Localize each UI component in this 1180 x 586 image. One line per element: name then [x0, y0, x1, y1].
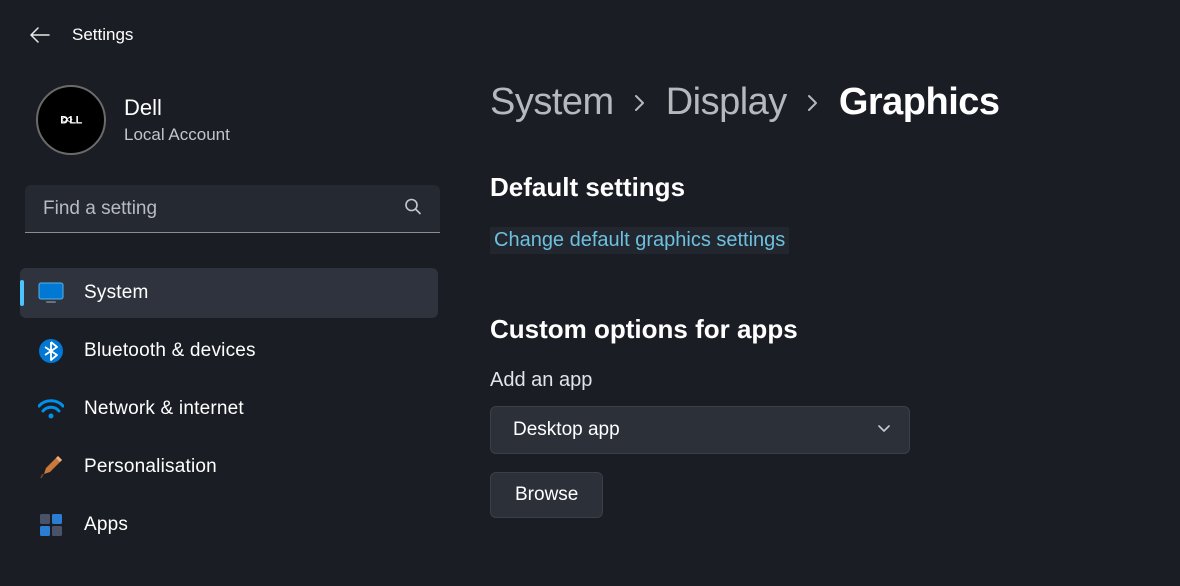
- sidebar-item-label: Bluetooth & devices: [84, 340, 256, 362]
- default-settings-title: Default settings: [490, 172, 1140, 203]
- breadcrumb: System Display Graphics: [490, 81, 1140, 124]
- sidebar-item-label: Apps: [84, 514, 128, 536]
- sidebar-item-bluetooth[interactable]: Bluetooth & devices: [20, 326, 438, 376]
- arrow-left-icon: [30, 27, 50, 43]
- breadcrumb-system[interactable]: System: [490, 81, 614, 124]
- back-button[interactable]: [30, 25, 50, 45]
- sidebar-item-apps[interactable]: Apps: [20, 500, 438, 550]
- sidebar-item-network[interactable]: Network & internet: [20, 384, 438, 434]
- sidebar-item-label: Personalisation: [84, 456, 217, 478]
- dell-logo-icon: D LL: [46, 110, 96, 130]
- user-sub: Local Account: [124, 125, 230, 145]
- search-box: [25, 185, 440, 233]
- browse-label: Browse: [515, 484, 578, 506]
- user-name: Dell: [124, 95, 230, 121]
- change-default-graphics-link[interactable]: Change default graphics settings: [490, 227, 789, 254]
- user-text: Dell Local Account: [124, 95, 230, 145]
- sidebar-item-system[interactable]: System: [20, 268, 438, 318]
- header-title: Settings: [72, 25, 133, 45]
- main-content: System Display Graphics Default settings…: [450, 65, 1180, 581]
- bluetooth-icon: [38, 338, 64, 364]
- sidebar-item-label: System: [84, 282, 149, 304]
- apps-icon: [38, 512, 64, 538]
- sidebar-item-personalisation[interactable]: Personalisation: [20, 442, 438, 492]
- chevron-right-icon: [807, 94, 819, 112]
- wifi-icon: [38, 396, 64, 422]
- search-input[interactable]: [25, 185, 440, 233]
- chevron-right-icon: [634, 94, 646, 112]
- user-block[interactable]: D LL Dell Local Account: [20, 75, 450, 185]
- display-icon: [38, 280, 64, 306]
- app-type-select[interactable]: Desktop app: [490, 406, 910, 454]
- paintbrush-icon: [38, 454, 64, 480]
- sidebar: D LL Dell Local Account: [0, 65, 450, 581]
- search-icon[interactable]: [404, 198, 422, 221]
- nav-list: System Bluetooth & devices: [20, 268, 450, 550]
- select-value: Desktop app: [513, 419, 620, 441]
- sidebar-item-label: Network & internet: [84, 398, 244, 420]
- breadcrumb-display[interactable]: Display: [666, 81, 787, 124]
- breadcrumb-graphics: Graphics: [839, 81, 1000, 124]
- browse-button[interactable]: Browse: [490, 472, 603, 518]
- header: Settings: [0, 0, 1180, 65]
- custom-options-title: Custom options for apps: [490, 314, 1140, 345]
- add-app-label: Add an app: [490, 369, 1140, 392]
- avatar: D LL: [36, 85, 106, 155]
- chevron-down-icon: [877, 421, 891, 439]
